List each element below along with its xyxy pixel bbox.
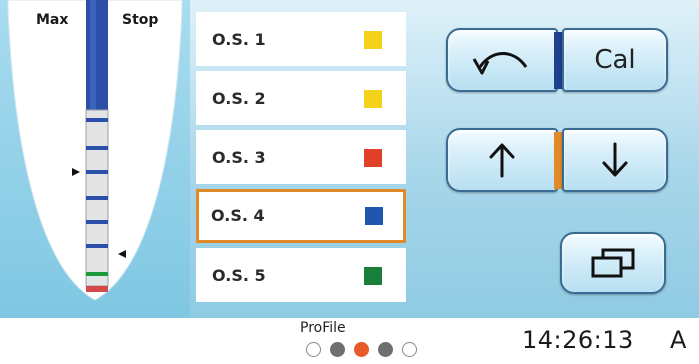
- color-swatch: [365, 207, 383, 225]
- list-item-os-5[interactable]: O.S. 5: [196, 248, 406, 302]
- gauge-graphic: [7, 0, 183, 301]
- list-item-label: O.S. 2: [212, 89, 266, 108]
- system-name: ProFile: [300, 320, 346, 336]
- clock: 14:26:13: [522, 326, 634, 354]
- page-dot: [378, 342, 393, 357]
- undo-arc-icon: [472, 52, 528, 75]
- color-swatch: [364, 31, 382, 49]
- page-dot: [306, 342, 321, 357]
- color-swatch: [364, 149, 382, 167]
- page-dot: [330, 342, 345, 357]
- gauge-max-label: Max: [36, 12, 69, 28]
- cal-button[interactable]: Cal: [562, 28, 668, 92]
- down-button[interactable]: [562, 128, 668, 192]
- file-list: O.S. 1 O.S. 2 O.S. 3 O.S. 4 O.S. 5: [196, 12, 406, 307]
- shaft-blue: [86, 0, 108, 110]
- list-item-os-1[interactable]: O.S. 1: [196, 12, 406, 66]
- list-item-os-4[interactable]: O.S. 4: [196, 189, 406, 243]
- mode-indicator: A: [670, 326, 687, 354]
- list-item-os-3[interactable]: O.S. 3: [196, 130, 406, 184]
- arrow-down-icon: [602, 142, 628, 177]
- gauge-stop-label: Stop: [122, 12, 159, 28]
- list-item-label: O.S. 1: [212, 30, 266, 49]
- list-item-label: O.S. 3: [212, 148, 266, 167]
- main-screen: Max Stop O.S. 1 O.S. 2 O.S. 3 O.S. 4 O.S…: [0, 0, 699, 318]
- list-item-label: O.S. 4: [211, 206, 265, 225]
- page-dot-active: [354, 342, 369, 357]
- windows-button[interactable]: [560, 232, 666, 294]
- list-item-os-2[interactable]: O.S. 2: [196, 71, 406, 125]
- cal-button-label: Cal: [594, 45, 636, 75]
- page-dot: [402, 342, 417, 357]
- windows-icon: [591, 248, 635, 278]
- length-gauge: Max Stop: [0, 0, 190, 318]
- red-mark: [86, 286, 108, 292]
- list-item-label: O.S. 5: [212, 266, 266, 285]
- color-swatch: [364, 90, 382, 108]
- color-swatch: [364, 267, 382, 285]
- up-button[interactable]: [446, 128, 558, 192]
- green-mark: [86, 272, 108, 276]
- status-bar: ProFile 14:26:13 A: [0, 318, 699, 364]
- back-button[interactable]: [446, 28, 558, 92]
- arrow-up-icon: [489, 143, 515, 178]
